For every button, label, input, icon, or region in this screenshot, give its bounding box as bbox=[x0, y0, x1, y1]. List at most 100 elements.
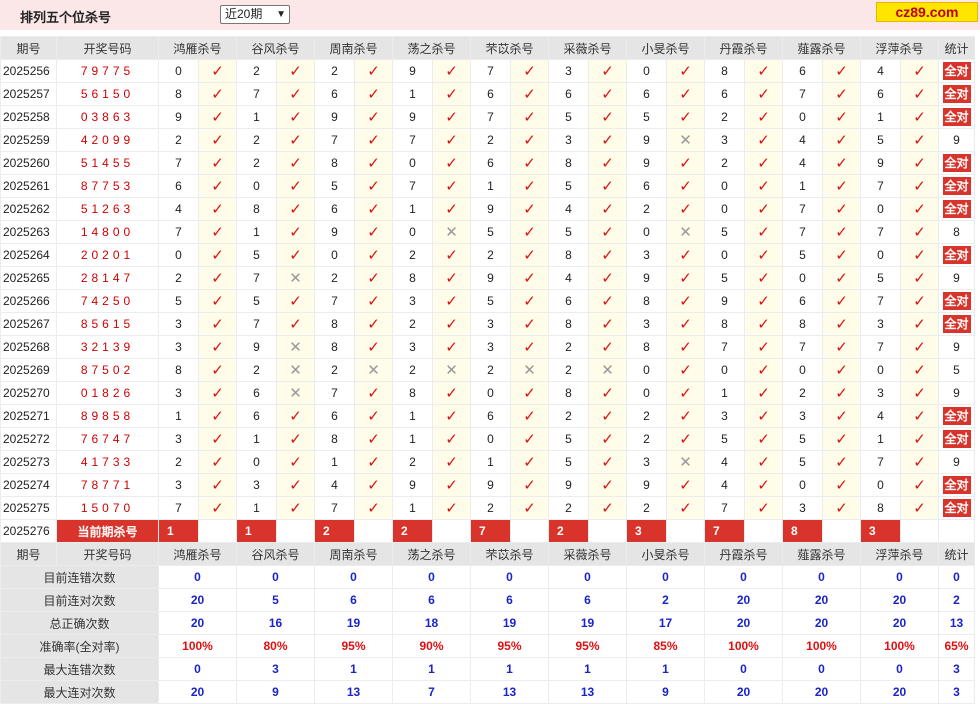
stats-row: 目前连对次数 20 5 6 6 6 6 2 20 20 20 2 bbox=[0, 588, 975, 612]
current-kill-spacer bbox=[744, 519, 783, 543]
stats-total-value: 2 bbox=[938, 588, 975, 612]
table-row: 2025260 51455 7 ✓ 2 ✓ 8 ✓ 0 ✓ 6 ✓ 8 ✓ 9 ✓ 2 ✓ 4 ✓ 9 ✓ 全对 bbox=[0, 151, 975, 175]
check-icon: ✓ bbox=[822, 151, 861, 175]
stats-value: 6 bbox=[470, 588, 549, 612]
kill-number: 9 bbox=[626, 128, 667, 152]
check-icon: ✓ bbox=[666, 473, 705, 497]
stats-value: 0 bbox=[548, 565, 627, 589]
check-icon: ✓ bbox=[510, 266, 549, 290]
check-icon: ✓ bbox=[432, 335, 471, 359]
col-header-predictor: 周南杀号 bbox=[314, 542, 393, 566]
col-header-predictor: 荡之杀号 bbox=[392, 36, 471, 60]
current-kill-spacer bbox=[198, 519, 237, 543]
check-icon: ✓ bbox=[744, 381, 783, 405]
row-stat: 全对 bbox=[938, 151, 975, 175]
kill-number: 8 bbox=[158, 82, 199, 106]
check-icon: ✓ bbox=[510, 335, 549, 359]
check-icon: ✓ bbox=[822, 427, 861, 451]
issue-number: 2025257 bbox=[0, 82, 57, 106]
check-icon: ✓ bbox=[744, 197, 783, 221]
check-icon: ✓ bbox=[666, 289, 705, 313]
period-select[interactable]: 近20期 ▼ bbox=[220, 5, 290, 24]
col-header-predictor: 鸿雁杀号 bbox=[158, 36, 237, 60]
stats-total-value: 65% bbox=[938, 634, 975, 658]
check-icon: ✓ bbox=[900, 82, 939, 106]
kill-number: 9 bbox=[704, 289, 745, 313]
kill-number: 1 bbox=[392, 197, 433, 221]
current-kill-number: 8 bbox=[782, 519, 823, 543]
kill-number: 5 bbox=[548, 105, 589, 129]
stats-total-value: 3 bbox=[938, 657, 975, 681]
kill-number: 0 bbox=[860, 473, 901, 497]
stats-value: 13 bbox=[470, 680, 549, 704]
check-icon: ✓ bbox=[744, 151, 783, 175]
kill-number: 0 bbox=[158, 243, 199, 267]
kill-number: 1 bbox=[704, 381, 745, 405]
check-icon: ✓ bbox=[666, 381, 705, 405]
col-header-predictor: 浮萍杀号 bbox=[860, 542, 939, 566]
current-kill-number: 2 bbox=[392, 519, 433, 543]
cross-icon: ✕ bbox=[276, 358, 315, 382]
kill-number: 7 bbox=[860, 220, 901, 244]
kill-number: 7 bbox=[314, 496, 355, 520]
stats-value: 20 bbox=[158, 588, 237, 612]
stats-value: 100% bbox=[158, 634, 237, 658]
stats-value: 1 bbox=[392, 657, 471, 681]
kill-number: 6 bbox=[860, 82, 901, 106]
check-icon: ✓ bbox=[900, 174, 939, 198]
check-icon: ✓ bbox=[666, 59, 705, 83]
kill-number: 8 bbox=[392, 266, 433, 290]
row-stat: 5 bbox=[938, 358, 975, 382]
kill-number: 2 bbox=[236, 128, 277, 152]
table-row: 2025262 51263 4 ✓ 8 ✓ 6 ✓ 1 ✓ 9 ✓ 4 ✓ 2 ✓ 0 ✓ 7 ✓ 0 ✓ 全对 bbox=[0, 197, 975, 221]
check-icon: ✓ bbox=[822, 473, 861, 497]
check-icon: ✓ bbox=[354, 220, 393, 244]
col-header-stat: 统计 bbox=[938, 36, 975, 60]
col-header-predictor: 薤露杀号 bbox=[782, 36, 861, 60]
kill-number: 2 bbox=[158, 450, 199, 474]
check-icon: ✓ bbox=[666, 312, 705, 336]
kill-number: 8 bbox=[626, 335, 667, 359]
stats-value: 0 bbox=[626, 565, 705, 589]
row-stat: 9 bbox=[938, 266, 975, 290]
check-icon: ✓ bbox=[198, 266, 237, 290]
kill-number: 5 bbox=[704, 427, 745, 451]
kill-number: 7 bbox=[782, 335, 823, 359]
kill-number: 9 bbox=[392, 105, 433, 129]
kill-number: 7 bbox=[470, 105, 511, 129]
kill-number: 2 bbox=[470, 128, 511, 152]
kill-number: 7 bbox=[782, 220, 823, 244]
check-icon: ✓ bbox=[744, 266, 783, 290]
row-stat: 8 bbox=[938, 220, 975, 244]
kill-number: 8 bbox=[782, 312, 823, 336]
check-icon: ✓ bbox=[510, 174, 549, 198]
draw-code: 14800 bbox=[56, 220, 159, 244]
draw-code: 89858 bbox=[56, 404, 159, 428]
kill-number: 7 bbox=[704, 335, 745, 359]
stats-value: 20 bbox=[158, 680, 237, 704]
check-icon: ✓ bbox=[900, 335, 939, 359]
cross-icon: ✕ bbox=[432, 220, 471, 244]
check-icon: ✓ bbox=[432, 82, 471, 106]
stats-value: 6 bbox=[548, 588, 627, 612]
kill-number: 1 bbox=[470, 174, 511, 198]
check-icon: ✓ bbox=[744, 174, 783, 198]
check-icon: ✓ bbox=[666, 335, 705, 359]
check-icon: ✓ bbox=[744, 335, 783, 359]
brand-logo[interactable]: cz89.com bbox=[876, 2, 978, 22]
kill-number: 5 bbox=[470, 220, 511, 244]
col-header-predictor: 周南杀号 bbox=[314, 36, 393, 60]
cross-icon: ✕ bbox=[666, 220, 705, 244]
kill-number: 4 bbox=[860, 404, 901, 428]
stats-value: 20 bbox=[860, 588, 939, 612]
check-icon: ✓ bbox=[198, 427, 237, 451]
kill-number: 3 bbox=[548, 59, 589, 83]
table-row: 2025265 28147 2 ✓ 7 ✕ 2 ✓ 8 ✓ 9 ✓ 4 ✓ 9 ✓ 5 ✓ 0 ✓ 5 ✓ 9 bbox=[0, 266, 975, 290]
check-icon: ✓ bbox=[432, 312, 471, 336]
kill-number: 2 bbox=[392, 450, 433, 474]
col-header-predictor: 谷风杀号 bbox=[236, 36, 315, 60]
check-icon: ✓ bbox=[276, 82, 315, 106]
check-icon: ✓ bbox=[588, 473, 627, 497]
check-icon: ✓ bbox=[588, 381, 627, 405]
issue-number: 2025273 bbox=[0, 450, 57, 474]
